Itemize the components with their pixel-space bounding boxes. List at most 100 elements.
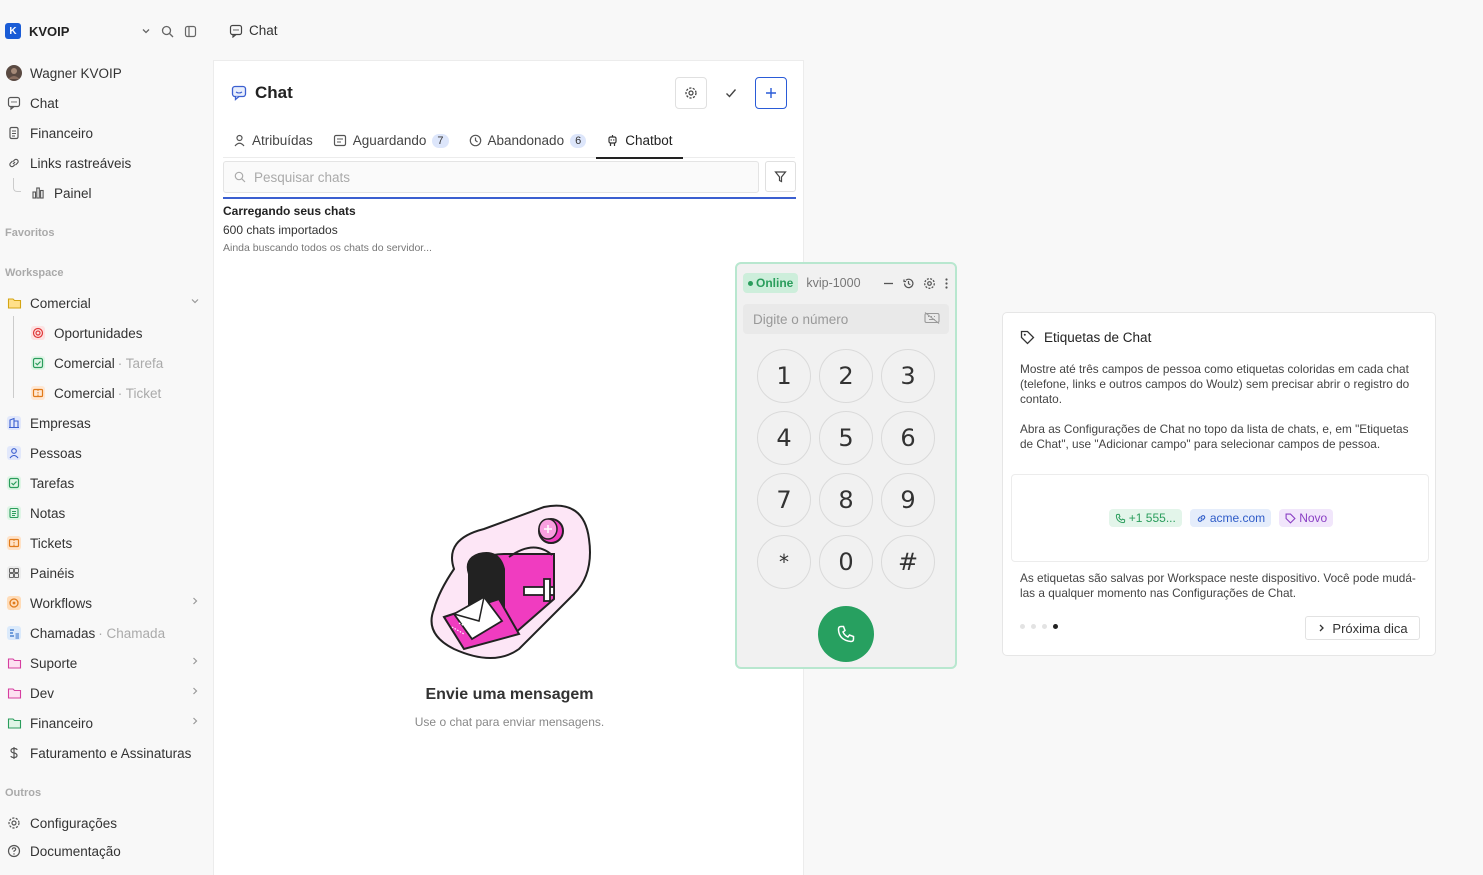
gear-icon[interactable]: [923, 277, 936, 290]
tab-chatbot[interactable]: Chatbot: [596, 123, 683, 159]
chevron-right-icon[interactable]: [190, 596, 200, 606]
folder-icon: [6, 685, 22, 701]
sidebar-item-comercial[interactable]: Comercial: [6, 292, 206, 314]
sidebar-item-configuracoes[interactable]: Configurações: [6, 812, 206, 834]
dial-key-star[interactable]: *: [757, 535, 811, 589]
tree-connector: [13, 316, 14, 398]
person-icon: [6, 445, 22, 461]
sidebar-item-empresas[interactable]: Empresas: [6, 412, 206, 434]
mark-all-read-button[interactable]: [715, 77, 747, 109]
chevron-right-icon[interactable]: [190, 716, 200, 726]
favorites-heading: Favoritos: [5, 227, 55, 239]
sidebar-item-user[interactable]: Wagner KVOIP: [6, 62, 206, 84]
task-view-icon: [30, 355, 46, 371]
dial-key-3[interactable]: 3: [881, 349, 935, 403]
sidebar-item-label: Notas: [30, 505, 66, 521]
tab-label: Abandonado: [487, 133, 565, 148]
dial-key-9[interactable]: 9: [881, 473, 935, 527]
sidebar-item-financeiro-folder[interactable]: Financeiro: [6, 712, 206, 734]
next-tip-button[interactable]: Próxima dica: [1305, 616, 1420, 640]
tab-atribuidas[interactable]: Atribuídas: [223, 123, 323, 158]
more-vertical-icon[interactable]: [944, 277, 949, 290]
dial-key-5[interactable]: 5: [819, 411, 873, 465]
sidebar-item-suporte[interactable]: Suporte: [6, 652, 206, 674]
history-icon[interactable]: [902, 277, 915, 290]
link-icon: [6, 155, 22, 171]
dial-key-7[interactable]: 7: [757, 473, 811, 527]
tab-aguardando[interactable]: Aguardando 7: [323, 123, 459, 158]
sidebar-item-faturamento[interactable]: Faturamento e Assinaturas: [6, 742, 206, 764]
sidebar-item-paineis[interactable]: Painéis: [6, 562, 206, 584]
dial-key-0[interactable]: 0: [819, 535, 873, 589]
sidebar-item-financeiro[interactable]: Financeiro: [6, 122, 206, 144]
sidebar-item-label: Documentação: [30, 843, 121, 859]
chat-title: Chat: [255, 83, 293, 102]
sidebar-item-label: Suporte: [30, 655, 78, 671]
gear-icon: [6, 815, 22, 831]
sidebar-item-label: Empresas: [30, 415, 91, 431]
folder-icon: [6, 295, 22, 311]
pagination-dot-active[interactable]: [1053, 624, 1058, 629]
folder-icon: [6, 715, 22, 731]
dial-key-2[interactable]: 2: [819, 349, 873, 403]
pagination-dot[interactable]: [1020, 624, 1025, 629]
dial-key-hash[interactable]: #: [881, 535, 935, 589]
dial-key-1[interactable]: 1: [757, 349, 811, 403]
user-name: Wagner KVOIP: [30, 65, 122, 81]
collapse-sidebar-icon[interactable]: [184, 25, 197, 38]
chat-panel: Chat Atribuídas Aguardando 7 Abandonado …: [213, 60, 804, 875]
chevron-right-icon[interactable]: [190, 686, 200, 696]
sidebar-item-chat[interactable]: Chat: [6, 92, 206, 114]
tip-card: Etiquetas de Chat Mostre até três campos…: [1002, 312, 1436, 656]
status-text: Online: [756, 276, 794, 290]
sidebar-item-comercial-tarefa[interactable]: Comercial · Tarefa: [30, 352, 230, 374]
call-list-icon: [6, 625, 22, 641]
online-status-badge[interactable]: Online: [743, 273, 799, 293]
mailbox-illustration: [424, 499, 594, 664]
sidebar-item-workflows[interactable]: Workflows: [6, 592, 206, 614]
phone-icon: [1115, 513, 1126, 524]
sidebar-item-tickets[interactable]: Tickets: [6, 532, 206, 554]
new-chat-button[interactable]: [755, 77, 787, 109]
keyboard-off-icon[interactable]: [924, 312, 940, 324]
sidebar-item-notas[interactable]: Notas: [6, 502, 206, 524]
dial-key-8[interactable]: 8: [819, 473, 873, 527]
sidebar-item-oportunidades[interactable]: Oportunidades: [30, 322, 230, 344]
check-icon: [724, 86, 738, 100]
chevron-down-icon[interactable]: [141, 26, 151, 36]
sidebar-item-pessoas[interactable]: Pessoas: [6, 442, 206, 464]
call-button[interactable]: [818, 606, 874, 662]
chevron-right-icon[interactable]: [190, 656, 200, 666]
sidebar-item-dev[interactable]: Dev: [6, 682, 206, 704]
dial-key-4[interactable]: 4: [757, 411, 811, 465]
sidebar-item-tarefas[interactable]: Tarefas: [6, 472, 206, 494]
workspace-switcher[interactable]: K KVOIP: [5, 22, 205, 40]
chat-bubble-icon: [6, 95, 22, 111]
sidebar-item-label: Comercial: [54, 385, 115, 401]
sidebar-item-chamadas[interactable]: Chamadas · Chamada: [6, 622, 206, 644]
sidebar-item-links[interactable]: Links rastreáveis: [6, 152, 206, 174]
gear-icon: [684, 86, 698, 100]
search-box: [223, 161, 759, 193]
number-input[interactable]: [753, 311, 913, 327]
tab-abandonado[interactable]: Abandonado 6: [459, 123, 597, 158]
workflow-icon: [6, 595, 22, 611]
minimize-icon[interactable]: [883, 278, 894, 289]
dial-key-6[interactable]: 6: [881, 411, 935, 465]
search-input[interactable]: [254, 169, 734, 185]
tab-label: Aguardando: [352, 133, 427, 148]
inbox-icon: [333, 134, 347, 147]
sidebar-item-documentacao[interactable]: Documentação: [6, 840, 206, 862]
filter-button[interactable]: [765, 161, 796, 192]
pagination-dot[interactable]: [1042, 624, 1047, 629]
search-row: [223, 161, 796, 197]
link-tag-label: acme.com: [1209, 511, 1266, 525]
pagination-dot[interactable]: [1031, 624, 1036, 629]
chat-settings-button[interactable]: [675, 77, 707, 109]
sidebar-item-painel[interactable]: Painel: [30, 182, 230, 204]
sidebar-item-comercial-ticket[interactable]: Comercial · Ticket: [30, 382, 230, 404]
search-icon[interactable]: [161, 25, 174, 38]
chevron-down-icon[interactable]: [190, 296, 200, 306]
filter-icon: [774, 170, 787, 183]
chat-tabs: Atribuídas Aguardando 7 Abandonado 6 Cha…: [223, 123, 795, 159]
